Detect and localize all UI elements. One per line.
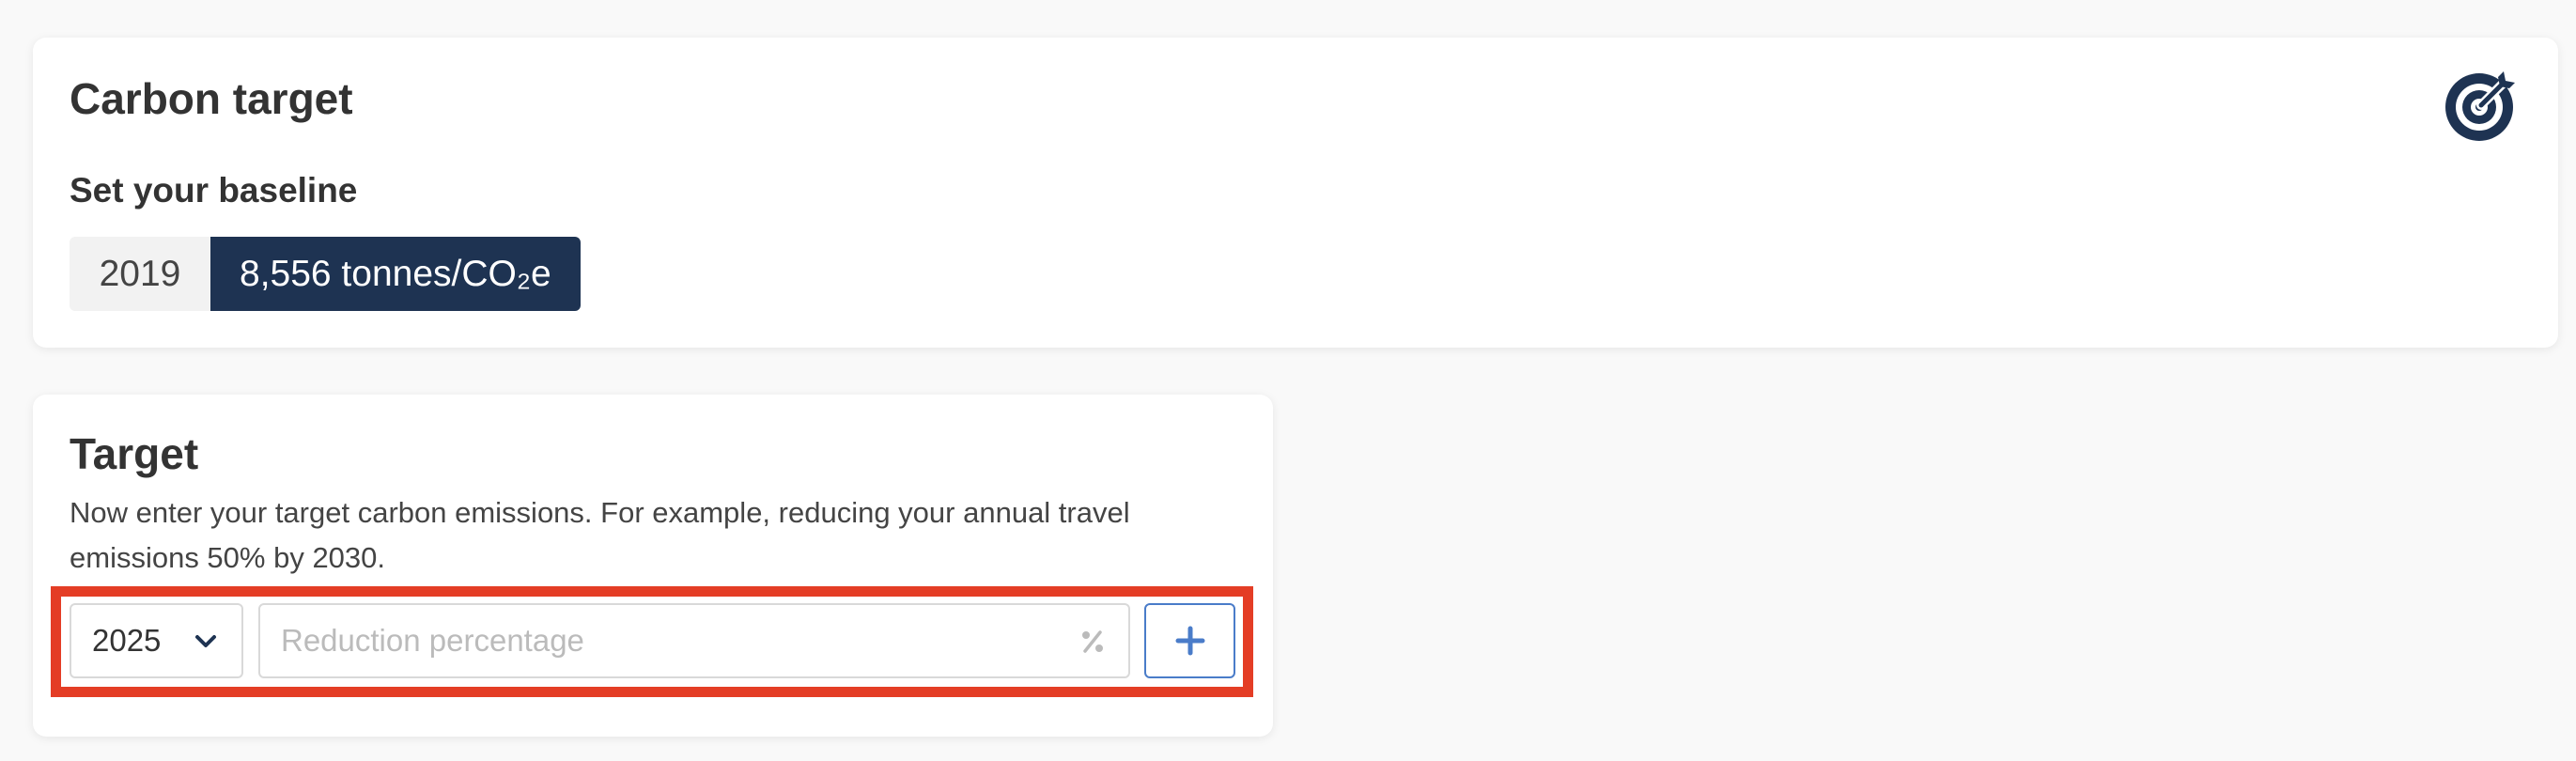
target-card: Target Now enter your target carbon emis…	[33, 395, 1273, 737]
target-year-select[interactable]: 2025	[70, 603, 243, 678]
baseline-card: Carbon target Set your baseline 2019 8,5…	[33, 38, 2558, 348]
baseline-subheading: Set your baseline	[70, 171, 358, 210]
baseline-display: 2019 8,556 tonnes/CO₂e	[70, 237, 581, 311]
percent-icon	[1082, 630, 1103, 653]
reduction-percentage-input[interactable]	[260, 605, 1128, 676]
baseline-year: 2019	[70, 237, 210, 311]
target-description: Now enter your target carbon emissions. …	[70, 496, 1130, 574]
plus-icon	[1175, 626, 1204, 656]
chevron-down-icon	[195, 635, 216, 647]
target-icon	[2445, 71, 2515, 141]
target-card-title: Target	[70, 429, 199, 478]
add-target-button[interactable]	[1144, 603, 1235, 678]
baseline-value: 8,556 tonnes/CO₂e	[210, 237, 581, 311]
reduction-percentage-field[interactable]	[258, 603, 1130, 678]
baseline-card-title: Carbon target	[70, 74, 353, 123]
target-year-value: 2025	[92, 623, 162, 658]
